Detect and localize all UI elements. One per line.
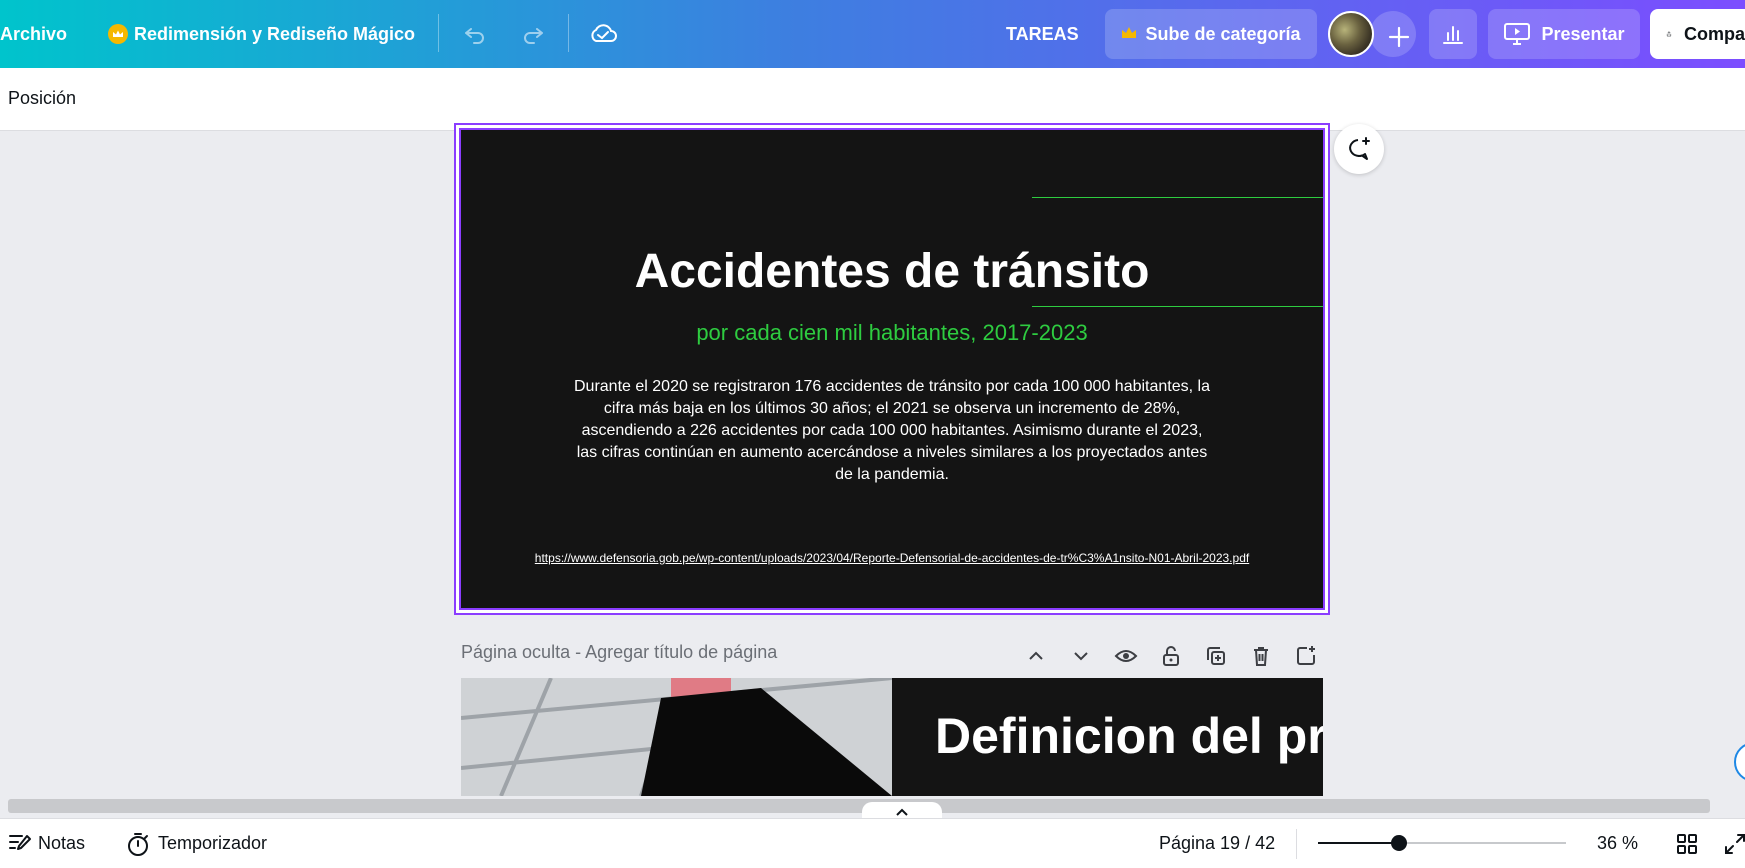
zoom-value[interactable]: 36 % (1597, 833, 1638, 854)
trash-icon[interactable] (1249, 644, 1273, 668)
grid-icon[interactable] (1676, 833, 1698, 860)
present-icon (1504, 23, 1531, 45)
unlock-icon[interactable] (1159, 644, 1183, 668)
source-link[interactable]: https://www.defensoria.gob.pe/wp-content… (461, 551, 1323, 565)
share-icon (1666, 31, 1672, 37)
comment-add-icon (1349, 137, 1370, 160)
horizontal-scrollbar[interactable] (8, 799, 1710, 813)
slide-subtitle[interactable]: por cada cien mil habitantes, 2017-2023 (461, 320, 1323, 346)
add-comment-button[interactable] (1334, 124, 1384, 174)
undo-icon[interactable] (462, 0, 488, 68)
separator (568, 14, 569, 52)
desk-photo (461, 678, 892, 796)
notes-icon (8, 832, 32, 859)
zoom-slider-fill (1318, 842, 1399, 844)
slide-canvas[interactable]: Accidentes de tránsito por cada cien mil… (461, 130, 1323, 608)
tasks-label: TAREAS (1006, 23, 1079, 44)
chevron-up-icon[interactable] (1024, 644, 1048, 668)
timer-icon (126, 831, 150, 862)
share-label: Compartir (1683, 23, 1745, 44)
share-button[interactable]: Compartir (1650, 9, 1745, 59)
next-slide-title[interactable]: Definicion del problema (935, 708, 1323, 764)
position-button[interactable]: Posición (8, 88, 76, 109)
chart-icon[interactable] (1429, 9, 1477, 59)
slide-body[interactable]: Durante el 2020 se registraron 176 accid… (571, 376, 1213, 486)
magic-resize-button[interactable]: Redimensión y Rediseño Mágico (108, 0, 415, 68)
chevron-down-icon[interactable] (1069, 644, 1093, 668)
duplicate-icon[interactable] (1204, 644, 1228, 668)
crown-icon (1121, 24, 1137, 45)
zoom-slider-handle[interactable] (1391, 835, 1407, 851)
plus-icon (1388, 26, 1410, 48)
eye-icon[interactable] (1114, 644, 1138, 668)
decorative-line (1032, 306, 1323, 307)
add-collaborator-button[interactable] (1370, 11, 1416, 57)
notes-button[interactable]: Notas (38, 833, 85, 854)
timer-button[interactable]: Temporizador (158, 833, 267, 854)
separator (438, 14, 439, 52)
page-title-input[interactable]: Página oculta - Agregar título de página (461, 642, 777, 663)
redo-icon[interactable] (520, 0, 546, 68)
upgrade-button[interactable]: Sube de categoría (1105, 9, 1317, 59)
top-bar: Archivo Redimensión y Rediseño Mágico TA… (0, 0, 1745, 68)
assistant-button[interactable] (1734, 742, 1745, 782)
crown-icon (108, 24, 128, 44)
add-page-icon[interactable] (1294, 644, 1318, 668)
context-toolbar: Posición (0, 68, 1745, 131)
separator (1296, 829, 1297, 859)
file-menu[interactable]: Archivo (0, 0, 67, 68)
magic-resize-label: Redimensión y Rediseño Mágico (134, 23, 416, 44)
decorative-line (1032, 197, 1323, 198)
tasks-button[interactable]: TAREAS (1006, 0, 1079, 68)
file-menu-label: Archivo (0, 23, 68, 44)
present-label: Presentar (1541, 23, 1625, 44)
upgrade-label: Sube de categoría (1145, 23, 1301, 44)
slide-title[interactable]: Accidentes de tránsito (461, 244, 1323, 299)
page-indicator[interactable]: Página 19 / 42 (1159, 833, 1275, 854)
present-button[interactable]: Presentar (1488, 9, 1640, 59)
avatar[interactable] (1328, 11, 1374, 57)
fullscreen-icon[interactable] (1724, 833, 1745, 860)
next-slide-canvas[interactable]: Definicion del problema (461, 678, 1323, 796)
cloud-check-icon[interactable] (588, 0, 618, 68)
